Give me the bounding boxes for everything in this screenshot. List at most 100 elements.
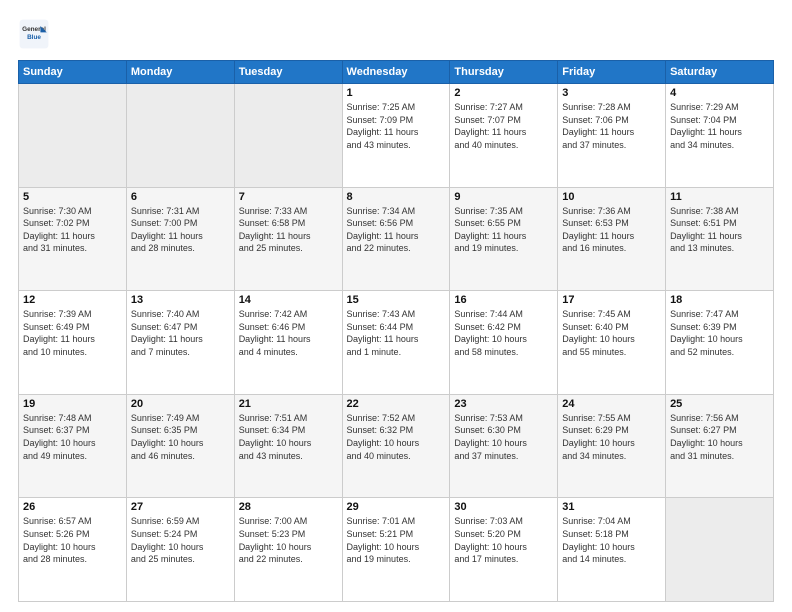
day-number: 7: [239, 191, 338, 203]
day-cell: 28 Sunrise: 7:00 AMSunset: 5:23 PMDayligh…: [234, 498, 342, 602]
day-number: 20: [131, 398, 230, 410]
day-info: Sunrise: 7:49 AMSunset: 6:35 PMDaylight:…: [131, 412, 230, 462]
day-info: Sunrise: 7:33 AMSunset: 6:58 PMDaylight:…: [239, 205, 338, 255]
day-info: Sunrise: 7:30 AMSunset: 7:02 PMDaylight:…: [23, 205, 122, 255]
day-number: 23: [454, 398, 553, 410]
day-cell: 5 Sunrise: 7:30 AMSunset: 7:02 PMDaylight…: [19, 187, 127, 291]
day-number: 16: [454, 294, 553, 306]
day-cell: 16Sunrise: 7:44 AMSunset: 6:42 PMDayligh…: [450, 291, 558, 395]
day-cell: 8Sunrise: 7:34 AMSunset: 6:56 PMDaylight…: [342, 187, 450, 291]
day-cell: 9 Sunrise: 7:35 AMSunset: 6:55 PMDaylight…: [450, 187, 558, 291]
day-cell: [19, 84, 127, 188]
day-number: 1: [347, 87, 446, 99]
day-info: Sunrise: 7:39 AMSunset: 6:49 PMDaylight:…: [23, 308, 122, 358]
weekday-header-thursday: Thursday: [450, 61, 558, 84]
day-cell: 7 Sunrise: 7:33 AMSunset: 6:58 PMDaylight…: [234, 187, 342, 291]
day-number: 11: [670, 191, 769, 203]
weekday-header-friday: Friday: [558, 61, 666, 84]
week-row-4: 19 Sunrise: 7:48 AMSunset: 6:37 PMDayligh…: [19, 394, 774, 498]
svg-text:Blue: Blue: [27, 34, 41, 41]
day-cell: 31Sunrise: 7:04 AMSunset: 5:18 PMDayligh…: [558, 498, 666, 602]
day-info: Sunrise: 7:43 AMSunset: 6:44 PMDaylight:…: [347, 308, 446, 358]
day-cell: [666, 498, 774, 602]
day-cell: 18 Sunrise: 7:47 AMSunset: 6:39 PMDayligh…: [666, 291, 774, 395]
day-cell: 23 Sunrise: 7:53 AMSunset: 6:30 PMDayligh…: [450, 394, 558, 498]
day-info: Sunrise: 7:47 AMSunset: 6:39 PMDaylight:…: [670, 308, 769, 358]
day-info: Sunrise: 7:56 AMSunset: 6:27 PMDaylight:…: [670, 412, 769, 462]
day-info: Sunrise: 7:51 AMSunset: 6:34 PMDaylight:…: [239, 412, 338, 462]
day-number: 26: [23, 501, 122, 513]
day-number: 6: [131, 191, 230, 203]
day-cell: 6Sunrise: 7:31 AMSunset: 7:00 PMDaylight…: [126, 187, 234, 291]
day-cell: 1 Sunrise: 7:25 AMSunset: 7:09 PMDaylight…: [342, 84, 450, 188]
day-cell: 29 Sunrise: 7:01 AMSunset: 5:21 PMDayligh…: [342, 498, 450, 602]
weekday-header-monday: Monday: [126, 61, 234, 84]
day-number: 29: [347, 501, 446, 513]
day-info: Sunrise: 7:40 AMSunset: 6:47 PMDaylight:…: [131, 308, 230, 358]
day-info: Sunrise: 7:52 AMSunset: 6:32 PMDaylight:…: [347, 412, 446, 462]
day-info: Sunrise: 6:59 AMSunset: 5:24 PMDaylight:…: [131, 515, 230, 565]
day-info: Sunrise: 6:57 AMSunset: 5:26 PMDaylight:…: [23, 515, 122, 565]
logo-icon: General Blue: [18, 18, 50, 50]
day-info: Sunrise: 7:28 AMSunset: 7:06 PMDaylight:…: [562, 101, 661, 151]
day-info: Sunrise: 7:01 AMSunset: 5:21 PMDaylight:…: [347, 515, 446, 565]
day-cell: 10 Sunrise: 7:36 AMSunset: 6:53 PMDayligh…: [558, 187, 666, 291]
day-info: Sunrise: 7:29 AMSunset: 7:04 PMDaylight:…: [670, 101, 769, 151]
day-info: Sunrise: 7:36 AMSunset: 6:53 PMDaylight:…: [562, 205, 661, 255]
page: General Blue SundayMondayTuesdayWednesda…: [0, 0, 792, 612]
day-number: 12: [23, 294, 122, 306]
day-cell: 22 Sunrise: 7:52 AMSunset: 6:32 PMDayligh…: [342, 394, 450, 498]
day-cell: 12 Sunrise: 7:39 AMSunset: 6:49 PMDayligh…: [19, 291, 127, 395]
day-info: Sunrise: 7:04 AMSunset: 5:18 PMDaylight:…: [562, 515, 661, 565]
day-number: 13: [131, 294, 230, 306]
day-info: Sunrise: 7:35 AMSunset: 6:55 PMDaylight:…: [454, 205, 553, 255]
day-cell: [234, 84, 342, 188]
day-info: Sunrise: 7:00 AMSunset: 5:23 PMDaylight:…: [239, 515, 338, 565]
day-info: Sunrise: 7:45 AMSunset: 6:40 PMDaylight:…: [562, 308, 661, 358]
day-number: 2: [454, 87, 553, 99]
day-number: 15: [347, 294, 446, 306]
day-number: 19: [23, 398, 122, 410]
day-info: Sunrise: 7:27 AMSunset: 7:07 PMDaylight:…: [454, 101, 553, 151]
day-info: Sunrise: 7:25 AMSunset: 7:09 PMDaylight:…: [347, 101, 446, 151]
day-info: Sunrise: 7:42 AMSunset: 6:46 PMDaylight:…: [239, 308, 338, 358]
day-cell: 17Sunrise: 7:45 AMSunset: 6:40 PMDayligh…: [558, 291, 666, 395]
day-info: Sunrise: 7:48 AMSunset: 6:37 PMDaylight:…: [23, 412, 122, 462]
day-number: 18: [670, 294, 769, 306]
day-info: Sunrise: 7:55 AMSunset: 6:29 PMDaylight:…: [562, 412, 661, 462]
day-cell: 11Sunrise: 7:38 AMSunset: 6:51 PMDayligh…: [666, 187, 774, 291]
day-cell: 14Sunrise: 7:42 AMSunset: 6:46 PMDayligh…: [234, 291, 342, 395]
day-cell: 24 Sunrise: 7:55 AMSunset: 6:29 PMDayligh…: [558, 394, 666, 498]
day-cell: 20 Sunrise: 7:49 AMSunset: 6:35 PMDayligh…: [126, 394, 234, 498]
weekday-header-row: SundayMondayTuesdayWednesdayThursdayFrid…: [19, 61, 774, 84]
week-row-1: 1 Sunrise: 7:25 AMSunset: 7:09 PMDaylight…: [19, 84, 774, 188]
day-cell: 25Sunrise: 7:56 AMSunset: 6:27 PMDayligh…: [666, 394, 774, 498]
day-cell: 19 Sunrise: 7:48 AMSunset: 6:37 PMDayligh…: [19, 394, 127, 498]
day-info: Sunrise: 7:03 AMSunset: 5:20 PMDaylight:…: [454, 515, 553, 565]
day-cell: 26 Sunrise: 6:57 AMSunset: 5:26 PMDayligh…: [19, 498, 127, 602]
day-number: 27: [131, 501, 230, 513]
day-number: 28: [239, 501, 338, 513]
day-number: 4: [670, 87, 769, 99]
day-number: 21: [239, 398, 338, 410]
day-number: 24: [562, 398, 661, 410]
day-number: 22: [347, 398, 446, 410]
day-info: Sunrise: 7:53 AMSunset: 6:30 PMDaylight:…: [454, 412, 553, 462]
day-number: 10: [562, 191, 661, 203]
weekday-header-tuesday: Tuesday: [234, 61, 342, 84]
week-row-2: 5 Sunrise: 7:30 AMSunset: 7:02 PMDaylight…: [19, 187, 774, 291]
week-row-5: 26 Sunrise: 6:57 AMSunset: 5:26 PMDayligh…: [19, 498, 774, 602]
weekday-header-saturday: Saturday: [666, 61, 774, 84]
weekday-header-sunday: Sunday: [19, 61, 127, 84]
day-cell: 13 Sunrise: 7:40 AMSunset: 6:47 PMDayligh…: [126, 291, 234, 395]
day-number: 30: [454, 501, 553, 513]
day-info: Sunrise: 7:34 AMSunset: 6:56 PMDaylight:…: [347, 205, 446, 255]
day-number: 9: [454, 191, 553, 203]
week-row-3: 12 Sunrise: 7:39 AMSunset: 6:49 PMDayligh…: [19, 291, 774, 395]
header: General Blue: [18, 18, 774, 50]
day-number: 3: [562, 87, 661, 99]
weekday-header-wednesday: Wednesday: [342, 61, 450, 84]
day-cell: 2 Sunrise: 7:27 AMSunset: 7:07 PMDaylight…: [450, 84, 558, 188]
day-cell: 15 Sunrise: 7:43 AMSunset: 6:44 PMDayligh…: [342, 291, 450, 395]
day-number: 5: [23, 191, 122, 203]
